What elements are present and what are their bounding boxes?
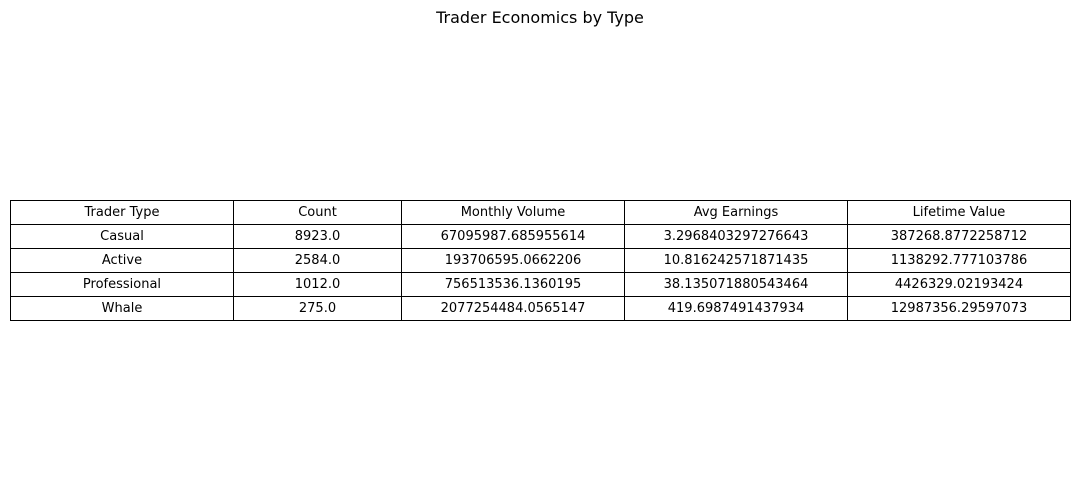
- table-row: Casual 8923.0 67095987.685955614 3.29684…: [10, 224, 1071, 249]
- table-cell-avg-earnings: 3.2968403297276643: [624, 224, 848, 249]
- table-cell-lifetime-value: 12987356.29597073: [847, 296, 1071, 321]
- column-header-lifetime-value: Lifetime Value: [847, 200, 1071, 225]
- table-cell-trader-type: Active: [10, 248, 234, 273]
- table-row: Whale 275.0 2077254484.0565147 419.69874…: [10, 296, 1071, 321]
- table-cell-avg-earnings: 38.135071880543464: [624, 272, 848, 297]
- table-cell-monthly-volume: 756513536.1360195: [401, 272, 625, 297]
- table-cell-trader-type: Casual: [10, 224, 234, 249]
- column-header-count: Count: [233, 200, 402, 225]
- table-cell-monthly-volume: 67095987.685955614: [401, 224, 625, 249]
- table-cell-monthly-volume: 193706595.0662206: [401, 248, 625, 273]
- column-header-monthly-volume: Monthly Volume: [401, 200, 625, 225]
- table-cell-avg-earnings: 419.6987491437934: [624, 296, 848, 321]
- table-cell-avg-earnings: 10.816242571871435: [624, 248, 848, 273]
- table-cell-monthly-volume: 2077254484.0565147: [401, 296, 625, 321]
- table-cell-trader-type: Professional: [10, 272, 234, 297]
- table-cell-count: 275.0: [233, 296, 402, 321]
- column-header-avg-earnings: Avg Earnings: [624, 200, 848, 225]
- table-cell-lifetime-value: 387268.8772258712: [847, 224, 1071, 249]
- table-row: Active 2584.0 193706595.0662206 10.81624…: [10, 248, 1071, 273]
- table-cell-count: 1012.0: [233, 272, 402, 297]
- chart-figure: Trader Economics by Type Trader Type Cou…: [0, 0, 1080, 504]
- table-cell-trader-type: Whale: [10, 296, 234, 321]
- table-cell-count: 2584.0: [233, 248, 402, 273]
- chart-title: Trader Economics by Type: [436, 8, 644, 27]
- column-header-trader-type: Trader Type: [10, 200, 234, 225]
- table-cell-count: 8923.0: [233, 224, 402, 249]
- table-cell-lifetime-value: 4426329.02193424: [847, 272, 1071, 297]
- table-cell-lifetime-value: 1138292.777103786: [847, 248, 1071, 273]
- table-row: Professional 1012.0 756513536.1360195 38…: [10, 272, 1071, 297]
- data-table: Trader Type Count Monthly Volume Avg Ear…: [10, 200, 1071, 321]
- table-header-row: Trader Type Count Monthly Volume Avg Ear…: [10, 200, 1071, 225]
